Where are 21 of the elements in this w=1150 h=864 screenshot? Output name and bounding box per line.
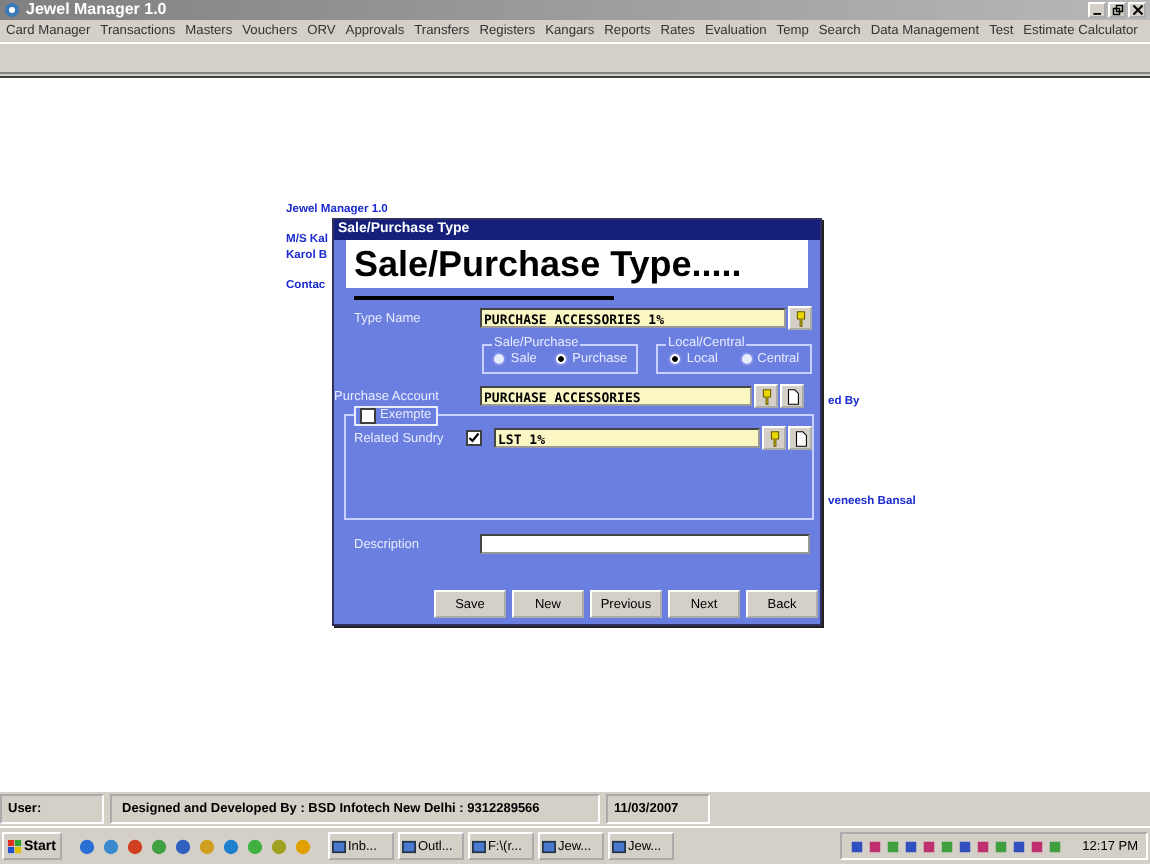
lookup-button[interactable] (754, 384, 778, 408)
dialog-heading: Sale/Purchase Type..... (346, 240, 808, 288)
new-document-button[interactable] (788, 426, 812, 450)
app-icon (4, 2, 20, 18)
description-field[interactable] (480, 534, 810, 554)
restore-icon (1111, 4, 1123, 16)
close-icon (1131, 4, 1143, 16)
lookup-button[interactable] (762, 426, 787, 450)
new-document-button[interactable] (780, 384, 804, 408)
window-icon (401, 839, 416, 853)
lookup-button[interactable] (788, 306, 812, 330)
window-icon (471, 839, 486, 853)
window-title: Jewel Manager 1.0 (26, 0, 167, 20)
sundry-checkbox[interactable] (466, 430, 482, 446)
close-button[interactable] (1128, 2, 1146, 18)
windows-logo-icon (8, 839, 22, 853)
window-icon (541, 839, 556, 853)
restore-button[interactable] (1108, 2, 1126, 18)
window-icon (331, 839, 346, 853)
minimize-button[interactable] (1088, 2, 1106, 18)
window-icon (611, 839, 626, 853)
